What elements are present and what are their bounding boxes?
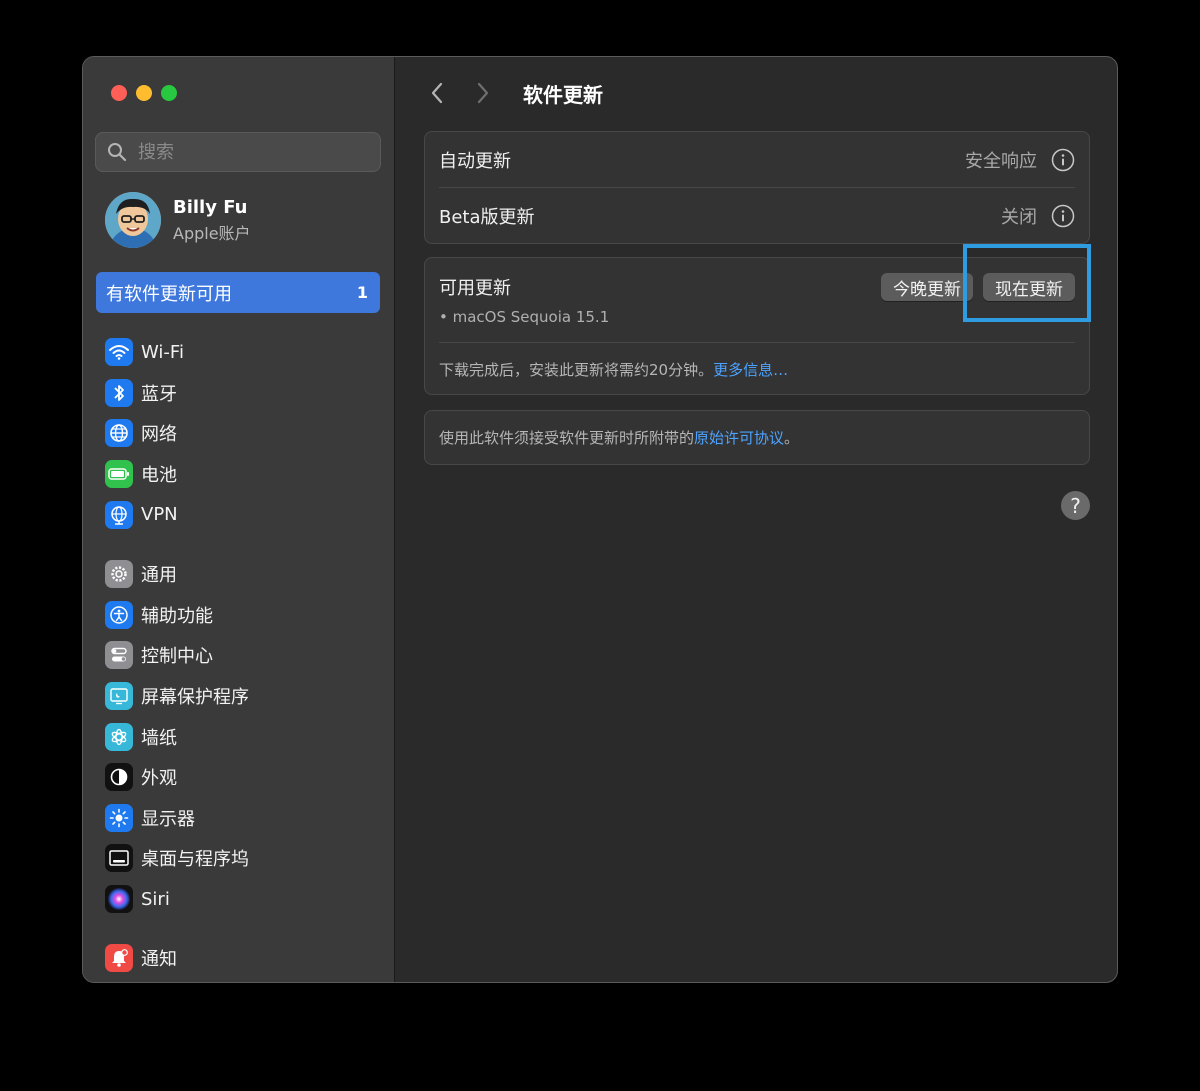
- beta-update-row: Beta版更新 关闭: [439, 187, 1075, 243]
- auto-update-value: 安全响应: [965, 150, 1037, 172]
- page-title: 软件更新: [523, 82, 603, 107]
- sidebar-group-system: 通用 辅助功能 控制中心 屏幕保护程序 墙纸 外观 显示器 桌面与程序坞 Sir…: [105, 554, 375, 919]
- sidebar-item-label: 蓝牙: [141, 383, 177, 405]
- sidebar-item-label: 有软件更新可用: [106, 283, 232, 305]
- bluetooth-icon: [105, 378, 133, 407]
- available-updates-group: 可用更新 • macOS Sequoia 15.1 今晚更新 现在更新 下载完成…: [424, 244, 1091, 395]
- screensaver-icon: [105, 682, 133, 711]
- display-icon: [105, 803, 133, 832]
- minimize-button[interactable]: [136, 85, 152, 101]
- sidebar-item-label: 通用: [141, 565, 177, 587]
- vpn-icon: [105, 500, 133, 529]
- sidebar-item-label: VPN: [141, 504, 178, 526]
- update-item: • macOS Sequoia 15.1: [439, 308, 610, 326]
- sidebar-item-label: 电池: [141, 465, 177, 487]
- sidebar-item-label: 显示器: [141, 808, 195, 830]
- sidebar: Billy Fu Apple账户 有软件更新可用 1 Wi-Fi: [83, 57, 395, 982]
- sidebar-item-notifications[interactable]: 通知: [105, 938, 375, 979]
- sidebar-item-wifi[interactable]: Wi-Fi: [105, 332, 375, 373]
- battery-icon: [105, 460, 133, 489]
- more-info-link[interactable]: 更多信息…: [713, 361, 788, 379]
- update-settings-group: 自动更新 安全响应 Beta版更新 关闭: [424, 131, 1090, 244]
- license-link[interactable]: 原始许可协议: [694, 429, 784, 447]
- system-settings-window: Billy Fu Apple账户 有软件更新可用 1 Wi-Fi: [82, 56, 1118, 983]
- appearance-icon: [105, 763, 133, 792]
- beta-update-value: 关闭: [1001, 206, 1037, 228]
- close-button[interactable]: [111, 85, 127, 101]
- window-controls: [111, 85, 177, 101]
- sidebar-item-label: Wi-Fi: [141, 341, 184, 363]
- notification-icon: [105, 944, 133, 973]
- beta-update-label: Beta版更新: [439, 206, 535, 228]
- auto-update-label: 自动更新: [439, 150, 511, 172]
- info-icon[interactable]: [1051, 148, 1075, 172]
- gear-icon: [105, 560, 133, 589]
- sidebar-item-label: 桌面与程序坞: [141, 849, 249, 871]
- sidebar-item-displays[interactable]: 显示器: [105, 798, 375, 839]
- desktop-dock-icon: [105, 844, 133, 873]
- sidebar-item-vpn[interactable]: VPN: [105, 494, 375, 535]
- search-icon: [104, 139, 130, 165]
- accessibility-icon: [105, 600, 133, 629]
- update-now-button[interactable]: 现在更新: [983, 273, 1075, 301]
- search-field[interactable]: [95, 132, 381, 172]
- update-count-badge: 1: [356, 283, 368, 302]
- sidebar-item-label: 控制中心: [141, 646, 213, 668]
- account-name: Billy Fu: [173, 196, 248, 218]
- zoom-button[interactable]: [161, 85, 177, 101]
- back-button[interactable]: [425, 77, 449, 109]
- sidebar-item-label: 辅助功能: [141, 605, 213, 627]
- license-text-suffix: 。: [784, 429, 800, 447]
- sidebar-group-notifications: 通知: [105, 938, 375, 979]
- sidebar-item-software-update-available[interactable]: 有软件更新可用 1: [96, 272, 380, 313]
- license-text-body: 使用此软件须接受软件更新时所附带的: [439, 429, 695, 447]
- sidebar-item-label: 通知: [141, 949, 177, 971]
- sidebar-item-siri[interactable]: Siri: [105, 879, 375, 920]
- info-icon[interactable]: [1051, 204, 1075, 228]
- available-updates-title: 可用更新: [439, 278, 511, 299]
- sidebar-item-label: 网络: [141, 424, 177, 446]
- sidebar-item-label: 墙纸: [141, 727, 177, 749]
- apple-account[interactable]: Billy Fu Apple账户: [105, 192, 251, 248]
- sidebar-item-battery[interactable]: 电池: [105, 454, 375, 495]
- globe-icon: [105, 419, 133, 448]
- wallpaper-icon: [105, 722, 133, 751]
- sidebar-item-screen-saver[interactable]: 屏幕保护程序: [105, 676, 375, 717]
- sidebar-group-connectivity: Wi-Fi 蓝牙 网络 电池 VPN: [105, 332, 375, 535]
- sidebar-item-desktop-dock[interactable]: 桌面与程序坞: [105, 838, 375, 879]
- siri-icon: [105, 885, 133, 914]
- search-input[interactable]: [136, 140, 360, 164]
- sidebar-item-appearance[interactable]: 外观: [105, 757, 375, 798]
- control-center-icon: [105, 641, 133, 670]
- avatar: [105, 192, 161, 248]
- toolbar: 软件更新: [425, 77, 603, 109]
- update-tonight-button[interactable]: 今晚更新: [881, 273, 973, 301]
- install-note-text: 下载完成后，安装此更新将需约20分钟。: [439, 361, 714, 379]
- license-text: 使用此软件须接受软件更新时所附带的原始许可协议。: [425, 411, 1089, 464]
- auto-update-row: 自动更新 安全响应: [425, 132, 1089, 187]
- main-content: 软件更新 自动更新 安全响应 Beta版更新 关闭 可用更新 • macOS S…: [395, 57, 1117, 982]
- license-group: 使用此软件须接受软件更新时所附带的原始许可协议。: [424, 410, 1090, 465]
- sidebar-item-control-center[interactable]: 控制中心: [105, 635, 375, 676]
- chevron-right-icon: [477, 82, 489, 104]
- sidebar-item-wallpaper[interactable]: 墙纸: [105, 716, 375, 757]
- chevron-left-icon: [431, 82, 443, 104]
- sidebar-item-label: 屏幕保护程序: [141, 687, 249, 709]
- sidebar-item-network[interactable]: 网络: [105, 413, 375, 454]
- install-note: 下载完成后，安装此更新将需约20分钟。更多信息…: [425, 343, 1089, 380]
- wifi-icon: [105, 338, 133, 367]
- sidebar-item-bluetooth[interactable]: 蓝牙: [105, 373, 375, 414]
- forward-button[interactable]: [471, 77, 495, 109]
- sidebar-item-label: Siri: [141, 888, 170, 910]
- sidebar-item-general[interactable]: 通用: [105, 554, 375, 595]
- account-subtitle: Apple账户: [173, 223, 251, 243]
- sidebar-item-accessibility[interactable]: 辅助功能: [105, 595, 375, 636]
- help-button[interactable]: ?: [1061, 491, 1090, 520]
- sidebar-item-label: 外观: [141, 768, 177, 790]
